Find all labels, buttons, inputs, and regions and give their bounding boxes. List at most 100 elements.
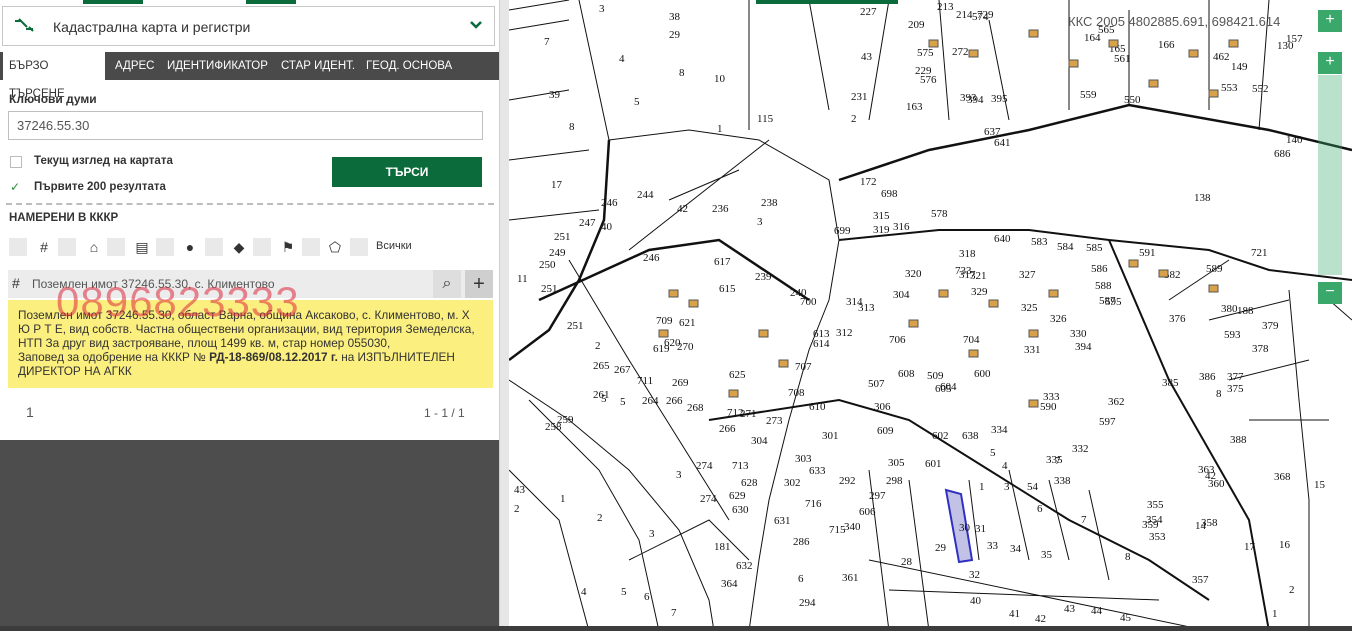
parcel-label: 597 bbox=[1099, 416, 1116, 428]
parcel-label: 606 bbox=[859, 506, 876, 518]
zoom-out-button[interactable]: − bbox=[1318, 282, 1342, 304]
top-accent bbox=[83, 0, 143, 4]
parcel-label: 38 bbox=[669, 11, 681, 23]
map-canvas[interactable]: 33872948 10395811512272094322311636376411… bbox=[509, 0, 1352, 631]
parcel-label: 268 bbox=[687, 402, 704, 414]
current-view-checkbox[interactable] bbox=[10, 156, 22, 168]
panel-header[interactable]: Кадастрална карта и регистри bbox=[2, 6, 495, 46]
filter-checkbox[interactable] bbox=[350, 238, 368, 256]
parcel-label: 266 bbox=[666, 395, 683, 407]
filter-all-label: Всички bbox=[376, 240, 412, 252]
parcel-label: 617 bbox=[714, 256, 731, 268]
building-marker bbox=[658, 329, 669, 338]
chevron-down-icon[interactable] bbox=[470, 17, 482, 33]
parcel-label: 550 bbox=[1124, 94, 1141, 106]
parcel-label: 708 bbox=[788, 387, 805, 399]
parcel-label: 31 bbox=[975, 523, 986, 535]
parcel-label: 327 bbox=[1019, 269, 1036, 281]
parcel-label: 250 bbox=[539, 259, 556, 271]
first200-checkbox[interactable]: ✓ bbox=[10, 181, 22, 193]
building-icon: ▤ bbox=[135, 239, 149, 255]
parcel-label: 378 bbox=[1252, 343, 1269, 355]
parcel-label: 338 bbox=[1054, 475, 1071, 487]
parcel-label: 138 bbox=[1194, 192, 1211, 204]
parcel-label: 379 bbox=[1262, 320, 1279, 332]
building-marker bbox=[908, 319, 919, 328]
building-marker bbox=[1208, 89, 1219, 98]
filter-checkbox[interactable] bbox=[156, 238, 174, 256]
filter-checkbox[interactable] bbox=[9, 238, 27, 256]
page-number[interactable]: 1 bbox=[26, 404, 34, 420]
parcel-label: 45 bbox=[1120, 612, 1132, 624]
parcel-label: 638 bbox=[962, 430, 979, 442]
layers-icon: ◆ bbox=[233, 239, 245, 255]
parcel-label: 28 bbox=[901, 556, 913, 568]
zoom-slider[interactable] bbox=[1318, 75, 1342, 275]
search-tabs: БЪРЗО ТЪРСЕНЕ АДРЕС ИДЕНТИФИКАТОР СТАР И… bbox=[0, 52, 499, 100]
building-marker bbox=[1148, 79, 1159, 88]
parcel-label: 6 bbox=[644, 591, 650, 603]
filter-checkbox[interactable] bbox=[253, 238, 271, 256]
parcel-label: 700 bbox=[800, 296, 817, 308]
parcel-label: 312 bbox=[836, 327, 853, 339]
parcel-label: 699 bbox=[834, 225, 851, 237]
filter-checkbox[interactable] bbox=[107, 238, 125, 256]
parcel-label: 44 bbox=[1091, 605, 1103, 617]
building-marker bbox=[968, 349, 979, 358]
parcel-label: 632 bbox=[736, 560, 753, 572]
zoom-in-button[interactable]: + bbox=[1318, 10, 1342, 32]
parcel-label: 355 bbox=[1147, 499, 1164, 511]
status-bar bbox=[0, 626, 1352, 631]
panel-splitter[interactable] bbox=[499, 0, 509, 631]
parcel-label: 721 bbox=[1251, 247, 1268, 259]
parcel-label: 304 bbox=[893, 289, 910, 301]
parcel-label: 16 bbox=[1279, 539, 1291, 551]
parcel-label: 2 bbox=[514, 503, 520, 515]
parcel-label: 388 bbox=[1230, 434, 1247, 446]
keywords-input[interactable]: 37246.55.30 bbox=[8, 111, 483, 140]
parcel-label: 271 bbox=[740, 408, 757, 420]
tab-geodetic-base[interactable]: ГЕОД. ОСНОВА bbox=[360, 52, 458, 80]
tab-quick-search[interactable]: БЪРЗО ТЪРСЕНЕ bbox=[3, 52, 105, 100]
zoom-to-result-icon[interactable]: ⌕ bbox=[433, 270, 461, 298]
tab-identifier[interactable]: ИДЕНТИФИКАТОР bbox=[161, 52, 274, 80]
parcel-label: 172 bbox=[860, 176, 877, 188]
filter-checkbox[interactable] bbox=[302, 238, 320, 256]
parcel-label: 583 bbox=[1031, 236, 1048, 248]
parcel-label: 29 bbox=[669, 29, 681, 41]
parcel-label: 340 bbox=[844, 521, 861, 533]
parcel-label: 214 bbox=[956, 9, 973, 21]
parcel-label: 40 bbox=[601, 221, 613, 233]
parcel-label: 10 bbox=[714, 73, 726, 85]
parcel-label: 188 bbox=[1237, 305, 1254, 317]
building-marker bbox=[1028, 29, 1039, 38]
parcel-label: 507 bbox=[868, 378, 885, 390]
search-button[interactable]: ТЪРСИ bbox=[332, 157, 482, 187]
parcel-label: 604 bbox=[940, 381, 957, 393]
building-marker bbox=[928, 39, 939, 48]
parcel-label: 3 bbox=[1004, 481, 1010, 493]
parcel-label: 353 bbox=[1149, 531, 1166, 543]
parcel-label: 715 bbox=[829, 524, 846, 536]
home-icon: ⌂ bbox=[89, 239, 99, 255]
parcel-label: 615 bbox=[719, 283, 736, 295]
parcel-label: 625 bbox=[729, 369, 746, 381]
filter-checkbox[interactable] bbox=[205, 238, 223, 256]
tab-address[interactable]: АДРЕС bbox=[109, 52, 161, 80]
building-marker bbox=[778, 359, 789, 368]
parcel-label: 628 bbox=[741, 477, 758, 489]
filter-checkbox[interactable] bbox=[58, 238, 76, 256]
parcel-label: 209 bbox=[908, 19, 925, 31]
zoom-in-button-2[interactable]: + bbox=[1318, 52, 1342, 74]
building-marker bbox=[1208, 284, 1219, 293]
parcel-label: 318 bbox=[959, 248, 976, 260]
cadastral-map[interactable]: 3 38 7 29 4 8 10 39 5 8 115 1 227 209 43 2 231 163 637 641 1… bbox=[509, 0, 1352, 631]
parcel-label: 375 bbox=[1227, 383, 1244, 395]
parcel-label: 329 bbox=[971, 286, 988, 298]
parcel-label: 320 bbox=[905, 268, 922, 280]
add-result-icon[interactable]: + bbox=[465, 270, 493, 298]
parcel-label: 395 bbox=[991, 93, 1008, 105]
tab-old-identifier[interactable]: СТАР ИДЕНТ. bbox=[275, 52, 361, 80]
parcel-label: 574 bbox=[972, 11, 989, 23]
parcel-label: 115 bbox=[757, 113, 774, 125]
